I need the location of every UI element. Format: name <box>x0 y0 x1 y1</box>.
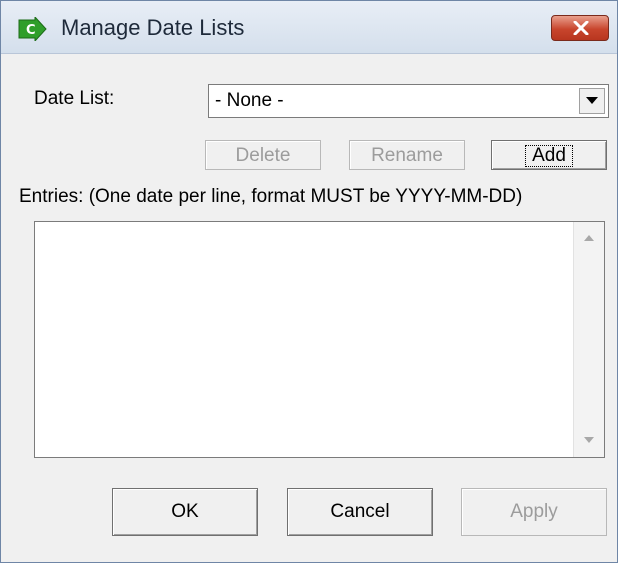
delete-button-label: Delete <box>235 145 291 166</box>
window-title: Manage Date Lists <box>61 15 245 40</box>
cancel-button[interactable]: Cancel <box>287 488 433 536</box>
date-list-label: Date List: <box>34 88 115 109</box>
manage-date-lists-dialog: C Manage Date Lists Date List: - None - … <box>0 0 618 563</box>
add-button[interactable]: Add <box>491 140 607 170</box>
entries-scrollbar[interactable] <box>573 222 604 457</box>
close-button[interactable] <box>551 15 609 41</box>
rename-button-label: Rename <box>371 145 443 166</box>
date-list-select[interactable]: - None - <box>208 84 609 118</box>
chevron-down-icon <box>586 97 598 104</box>
date-list-dropdown-button[interactable] <box>579 88 605 114</box>
entries-textarea[interactable] <box>34 221 605 458</box>
apply-button-label: Apply <box>510 501 558 522</box>
entries-label: Entries: (One date per line, format MUST… <box>19 186 523 207</box>
rename-button[interactable]: Rename <box>349 140 465 170</box>
scroll-down-arrow-icon[interactable] <box>584 437 594 443</box>
add-button-label: Add <box>525 145 573 167</box>
apply-button[interactable]: Apply <box>461 488 607 536</box>
cancel-button-label: Cancel <box>330 501 390 522</box>
green-arrow-c-icon: C <box>18 17 47 41</box>
date-list-selected-value: - None - <box>215 90 284 111</box>
delete-button[interactable]: Delete <box>205 140 321 170</box>
svg-text:C: C <box>26 23 36 38</box>
scroll-up-arrow-icon[interactable] <box>584 235 594 241</box>
ok-button[interactable]: OK <box>112 488 258 536</box>
close-icon <box>573 21 589 35</box>
ok-button-label: OK <box>171 501 199 522</box>
title-bar[interactable]: C Manage Date Lists <box>1 1 617 54</box>
